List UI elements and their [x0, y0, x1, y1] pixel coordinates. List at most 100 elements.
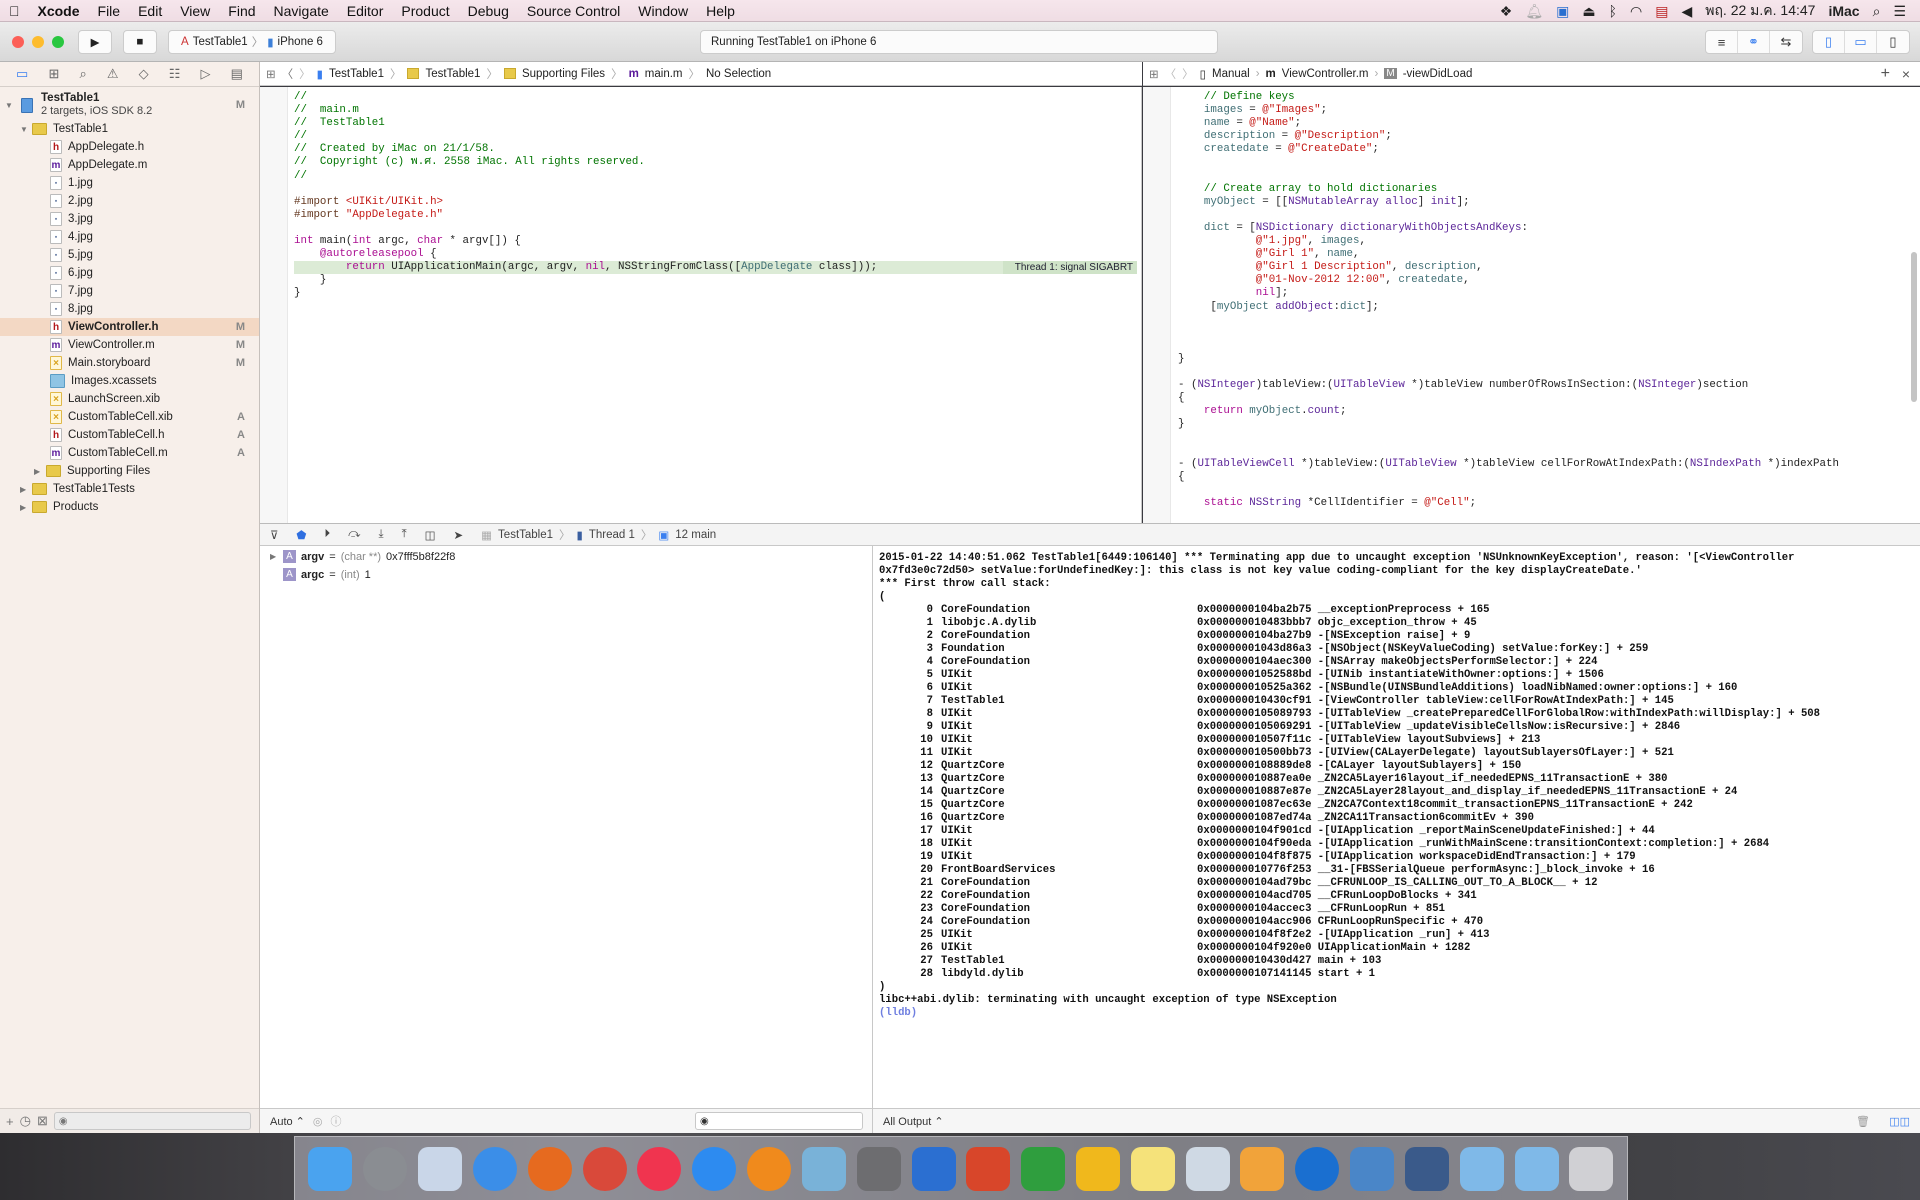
code-line[interactable]	[1178, 170, 1908, 183]
test-navigator-icon[interactable]: ◇	[139, 66, 149, 82]
dock-ibooks-icon[interactable]	[747, 1146, 792, 1191]
jump-symbol[interactable]: -viewDidLoad	[1403, 68, 1473, 80]
code-line[interactable]: dict = [NSDictionary dictionaryWithObjec…	[1178, 222, 1908, 235]
right-source-editor[interactable]: // Define keys images = @"Images"; name …	[1143, 87, 1920, 523]
related-items-icon[interactable]: ⊞	[266, 67, 276, 81]
issue-navigator-icon[interactable]: ⚠	[107, 66, 119, 82]
code-line[interactable]: // TestTable1	[294, 117, 1137, 130]
breakpoint-navigator-icon[interactable]: ▷	[201, 66, 211, 82]
dock-app-store-icon[interactable]	[692, 1146, 737, 1191]
left-source-editor[interactable]: //// main.m// TestTable1//// Created by …	[260, 87, 1142, 523]
navigator-item[interactable]: ▪ 2.jpg	[0, 192, 259, 210]
dock-chrome-icon[interactable]	[582, 1146, 627, 1191]
jump-symbol[interactable]: No Selection	[706, 68, 771, 80]
info-icon[interactable]: ⓘ	[331, 1113, 342, 1129]
code-line[interactable]: @autoreleasepool {	[294, 248, 1137, 261]
code-line[interactable]: {	[1178, 392, 1908, 405]
utilities-toggle-icon[interactable]: ▯	[1877, 31, 1909, 53]
code-line[interactable]: return UIApplicationMain(argc, argv, nil…	[294, 261, 1137, 275]
menu-edit[interactable]: Edit	[129, 3, 171, 19]
menu-help[interactable]: Help	[697, 3, 744, 19]
code-line[interactable]	[1178, 431, 1908, 444]
navigator-item[interactable]: ▪ 3.jpg	[0, 210, 259, 228]
code-line[interactable]: images = @"Images";	[1178, 104, 1908, 117]
add-editor-icon[interactable]: +	[1881, 65, 1890, 83]
add-icon[interactable]: +	[6, 1114, 14, 1129]
dock-powerpoint-icon[interactable]	[966, 1146, 1011, 1191]
location-icon[interactable]: ➤	[454, 528, 464, 542]
navigator-item[interactable]: m ViewController.m M	[0, 336, 259, 354]
code-line[interactable]: int main(int argc, char * argv[]) {	[294, 235, 1137, 248]
dock-ios-simulator-icon[interactable]	[1404, 1146, 1449, 1191]
assistant-editor-icon[interactable]: ⚭	[1738, 31, 1770, 53]
minimize-window-button[interactable]	[32, 36, 44, 48]
thread-crumb[interactable]: Thread 1	[589, 529, 635, 541]
continue-icon[interactable]: ⏵	[324, 528, 330, 541]
dock-word-icon[interactable]	[911, 1146, 956, 1191]
jump-file[interactable]: main.m	[645, 68, 683, 80]
step-over-icon[interactable]: ⤼	[348, 528, 360, 541]
layout-toggle-icon[interactable]: ◫◫	[1889, 1115, 1910, 1128]
code-line[interactable]: //	[294, 170, 1137, 183]
code-line[interactable]: //	[294, 91, 1137, 104]
code-line[interactable]	[1178, 209, 1908, 222]
breakpoints-toggle-icon[interactable]: ⬟	[296, 528, 306, 542]
find-navigator-icon[interactable]: ⌕	[79, 66, 86, 82]
recent-files-icon[interactable]: ◷	[20, 1113, 31, 1129]
navigator-toggle-icon[interactable]: ▯	[1813, 31, 1845, 53]
code-line[interactable]: #import <UIKit/UIKit.h>	[294, 196, 1137, 209]
disclosure-closed-icon[interactable]: ▶	[34, 467, 44, 476]
jump-project[interactable]: TestTable1	[329, 68, 384, 80]
code-line[interactable]	[1178, 340, 1908, 353]
code-line[interactable]	[1178, 484, 1908, 497]
navigator-item[interactable]: × Main.storyboard M	[0, 354, 259, 372]
menu-editor[interactable]: Editor	[338, 3, 393, 19]
gutter[interactable]	[260, 87, 288, 523]
step-out-icon[interactable]: ⤒	[402, 528, 407, 541]
user-name[interactable]: iMac	[1828, 3, 1859, 19]
navigator-item[interactable]: ▶ TestTable1Tests	[0, 480, 259, 498]
close-window-button[interactable]	[12, 36, 24, 48]
dock-firefox-icon[interactable]	[527, 1146, 572, 1191]
jump-file[interactable]: ViewController.m	[1282, 68, 1369, 80]
scheme-selector[interactable]: A TestTable1 〉 ▮ iPhone 6	[168, 30, 336, 54]
trash-icon[interactable]: 🗑︎	[1856, 1115, 1870, 1128]
code-line[interactable]: name = @"Name";	[1178, 117, 1908, 130]
menu-find[interactable]: Find	[219, 3, 264, 19]
dock-folder-apps-icon[interactable]	[1459, 1146, 1504, 1191]
code-line[interactable]: @"01-Nov-2012 12:00", createdate,	[1178, 274, 1908, 287]
debug-area-toggle-icon[interactable]: ▭	[1845, 31, 1877, 53]
bluetooth-icon[interactable]: ᛒ	[1609, 3, 1617, 19]
run-button[interactable]: ▶	[78, 30, 112, 54]
dock-launchpad-icon[interactable]	[363, 1146, 408, 1191]
related-items-icon[interactable]: ⊞	[1149, 67, 1159, 81]
menu-debug[interactable]: Debug	[459, 3, 518, 19]
dock-folder-documents-icon[interactable]	[1514, 1146, 1559, 1191]
code-line[interactable]: // main.m	[294, 104, 1137, 117]
notification-center-icon[interactable]: ☰	[1893, 3, 1906, 20]
dock-xcode-icon[interactable]	[1350, 1146, 1395, 1191]
disclosure-open-icon[interactable]: ▼	[20, 125, 30, 134]
dropbox-icon[interactable]: ❖	[1500, 3, 1513, 20]
navigator-item[interactable]: h AppDelegate.h	[0, 138, 259, 156]
code-line[interactable]: {	[1178, 471, 1908, 484]
code-line[interactable]	[294, 183, 1137, 196]
code-line[interactable]: // Define keys	[1178, 91, 1908, 104]
dock-notes-icon[interactable]	[1130, 1146, 1175, 1191]
code-line[interactable]	[1178, 445, 1908, 458]
dock-safari-icon[interactable]	[472, 1146, 517, 1191]
code-line[interactable]	[294, 222, 1137, 235]
back-button[interactable]: 〈	[1165, 66, 1177, 82]
dock-system-preferences-icon[interactable]	[856, 1146, 901, 1191]
code-line[interactable]: createdate = @"CreateDate";	[1178, 143, 1908, 156]
menu-product[interactable]: Product	[392, 3, 458, 19]
navigator-item[interactable]: ▼ TestTable1	[0, 120, 259, 138]
close-editor-icon[interactable]: ×	[1902, 66, 1910, 82]
dock-excel-icon[interactable]	[1021, 1146, 1066, 1191]
code-line[interactable]: @"Girl 1 Description", description,	[1178, 261, 1908, 274]
code-line[interactable]: [myObject addObject:dict];	[1178, 301, 1908, 314]
variable-row[interactable]: ▶ Aargv = (char **) 0x7fff5b8f22f8	[270, 550, 455, 563]
menu-app[interactable]: Xcode	[29, 3, 89, 19]
jump-group[interactable]: TestTable1	[425, 68, 480, 80]
dock-preview-icon[interactable]	[1185, 1146, 1230, 1191]
